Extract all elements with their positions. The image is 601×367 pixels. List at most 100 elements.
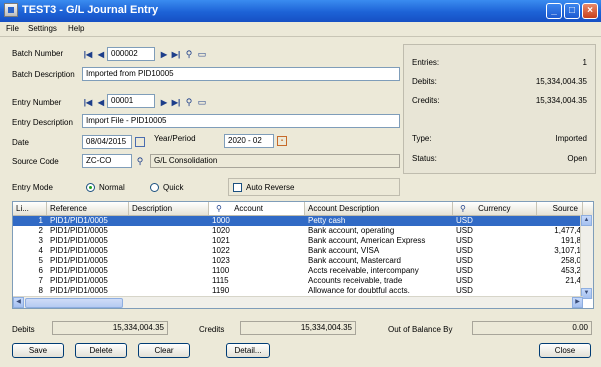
cell-acct[interactable]: 1020 [212, 226, 302, 236]
cell-ref[interactable]: PID1/PID1/0005 [50, 246, 128, 256]
first-entry-icon[interactable]: |◀ [82, 97, 94, 109]
menu-file[interactable]: File [6, 24, 19, 33]
cell-cur[interactable]: USD [456, 246, 534, 256]
detail-button[interactable]: Detail... [226, 343, 270, 358]
cell-acct-desc[interactable]: Bank account, American Express [308, 236, 450, 246]
scroll-left-icon[interactable]: ◀ [13, 297, 24, 308]
cell-line[interactable]: 8 [13, 286, 43, 296]
cell-line[interactable]: 4 [13, 246, 43, 256]
cell-ref[interactable]: PID1/PID1/0005 [50, 276, 128, 286]
scroll-up-icon[interactable]: ▲ [581, 215, 592, 226]
cell-acct[interactable]: 1115 [212, 276, 302, 286]
first-batch-icon[interactable]: |◀ [82, 49, 94, 61]
cell-src[interactable]: 191,8 [537, 236, 581, 246]
cell-acct-desc[interactable]: Bank account, operating [308, 226, 450, 236]
cell-desc[interactable] [132, 216, 206, 226]
cell-cur[interactable]: USD [456, 216, 534, 226]
col-header-reference[interactable]: Reference [47, 202, 129, 215]
col-header-line[interactable]: Li... [13, 202, 47, 215]
next-entry-icon[interactable]: ▶ [158, 97, 170, 109]
cell-cur[interactable]: USD [456, 226, 534, 236]
cell-line[interactable]: 1 [13, 216, 43, 226]
cell-ref[interactable]: PID1/PID1/0005 [50, 256, 128, 266]
batch-number-input[interactable]: 000002 [107, 47, 155, 61]
fiscal-calendar-icon[interactable]: ▪ [277, 136, 287, 146]
cell-desc[interactable] [132, 286, 206, 296]
minimize-button[interactable]: _ [546, 3, 562, 19]
cell-acct[interactable]: 1022 [212, 246, 302, 256]
cell-src[interactable]: 21,4 [537, 276, 581, 286]
entry-finder-search-icon[interactable]: ⚲ [184, 97, 194, 107]
entry-new-document-icon[interactable]: ▭ [197, 97, 207, 107]
cell-cur[interactable]: USD [456, 276, 534, 286]
col-header-source[interactable]: Source [537, 202, 583, 215]
cell-acct[interactable]: 1190 [212, 286, 302, 296]
prev-batch-icon[interactable]: ◀ [95, 49, 107, 61]
calendar-icon[interactable] [135, 137, 145, 147]
next-batch-icon[interactable]: ▶ [158, 49, 170, 61]
col-header-currency[interactable]: ⚲ Currency [453, 202, 537, 215]
cell-desc[interactable] [132, 226, 206, 236]
maximize-button[interactable]: □ [564, 3, 580, 19]
batch-finder-search-icon[interactable]: ⚲ [184, 49, 194, 59]
cell-ref[interactable]: PID1/PID1/0005 [50, 286, 128, 296]
cell-ref[interactable]: PID1/PID1/0005 [50, 266, 128, 276]
cell-line[interactable]: 2 [13, 226, 43, 236]
entry-description-input[interactable]: Import File - PID10005 [82, 114, 400, 128]
cell-src[interactable]: 3,107,1 [537, 246, 581, 256]
cell-ref[interactable]: PID1/PID1/0005 [50, 216, 128, 226]
cell-cur[interactable]: USD [456, 286, 534, 296]
source-code-input[interactable]: ZC-CO [82, 154, 132, 168]
cell-acct-desc[interactable]: Bank account, Mastercard [308, 256, 450, 266]
cell-desc[interactable] [132, 246, 206, 256]
batch-description-input[interactable]: Imported from PID10005 [82, 67, 400, 81]
entry-number-input[interactable]: 00001 [107, 94, 155, 108]
cell-acct[interactable]: 1000 [212, 216, 302, 226]
cell-ref[interactable]: PID1/PID1/0005 [50, 226, 128, 236]
cell-acct-desc[interactable]: Bank account, VISA [308, 246, 450, 256]
cell-line[interactable]: 3 [13, 236, 43, 246]
date-input[interactable]: 08/04/2015 [82, 135, 132, 149]
col-header-account-description[interactable]: Account Description [305, 202, 453, 215]
cell-acct[interactable]: 1023 [212, 256, 302, 266]
cell-cur[interactable]: USD [456, 266, 534, 276]
journal-detail-grid[interactable]: Li... Reference Description ⚲ Account Ac… [12, 201, 594, 309]
cell-src[interactable] [537, 286, 581, 296]
menu-settings[interactable]: Settings [28, 24, 57, 33]
cell-desc[interactable] [132, 236, 206, 246]
cell-acct-desc[interactable]: Allowance for doubtful accts. [308, 286, 450, 296]
cell-desc[interactable] [132, 276, 206, 286]
close-window-button[interactable]: × [582, 3, 598, 19]
table-row[interactable]: 7 PID1/PID1/0005 1115 Accounts receivable, … [13, 276, 582, 286]
last-batch-icon[interactable]: ▶| [170, 49, 182, 61]
auto-reverse-checkbox[interactable] [233, 183, 242, 192]
cell-cur[interactable]: USD [456, 256, 534, 266]
close-button[interactable]: Close [539, 343, 591, 358]
cell-src[interactable]: 453,2 [537, 266, 581, 276]
cell-acct[interactable]: 1100 [212, 266, 302, 276]
col-header-account[interactable]: ⚲ Account [209, 202, 305, 215]
cell-acct-desc[interactable]: Accts receivable, intercompany [308, 266, 450, 276]
last-entry-icon[interactable]: ▶| [170, 97, 182, 109]
cell-line[interactable]: 7 [13, 276, 43, 286]
app-icon[interactable] [4, 3, 18, 17]
table-row[interactable]: 2 PID1/PID1/0005 1020 Bank account, operati… [13, 226, 582, 236]
delete-button[interactable]: Delete [75, 343, 127, 358]
clear-button[interactable]: Clear [138, 343, 190, 358]
cell-src[interactable]: 258,0 [537, 256, 581, 266]
cell-acct[interactable]: 1021 [212, 236, 302, 246]
cell-line[interactable]: 5 [13, 256, 43, 266]
cell-ref[interactable]: PID1/PID1/0005 [50, 236, 128, 246]
cell-acct-desc[interactable]: Petty cash [308, 216, 450, 226]
table-row[interactable]: 8 PID1/PID1/0005 1190 Allowance for doubtfu… [13, 286, 582, 296]
save-button[interactable]: Save [12, 343, 64, 358]
cell-src[interactable]: 1,477,4 [537, 226, 581, 236]
year-period-input[interactable]: 2020 - 02 [224, 134, 274, 148]
cell-desc[interactable] [132, 266, 206, 276]
table-row[interactable]: 1 PID1/PID1/0005 1000 Petty cash USD [13, 216, 582, 226]
table-row[interactable]: 4 PID1/PID1/0005 1022 Bank account, VISA USD… [13, 246, 582, 256]
col-header-description[interactable]: Description [129, 202, 209, 215]
horizontal-scroll-thumb[interactable] [25, 298, 123, 308]
vertical-scrollbar[interactable]: ▲ ▼ [580, 215, 593, 299]
title-bar[interactable]: TEST3 - G/L Journal Entry _ □ × [0, 0, 601, 22]
